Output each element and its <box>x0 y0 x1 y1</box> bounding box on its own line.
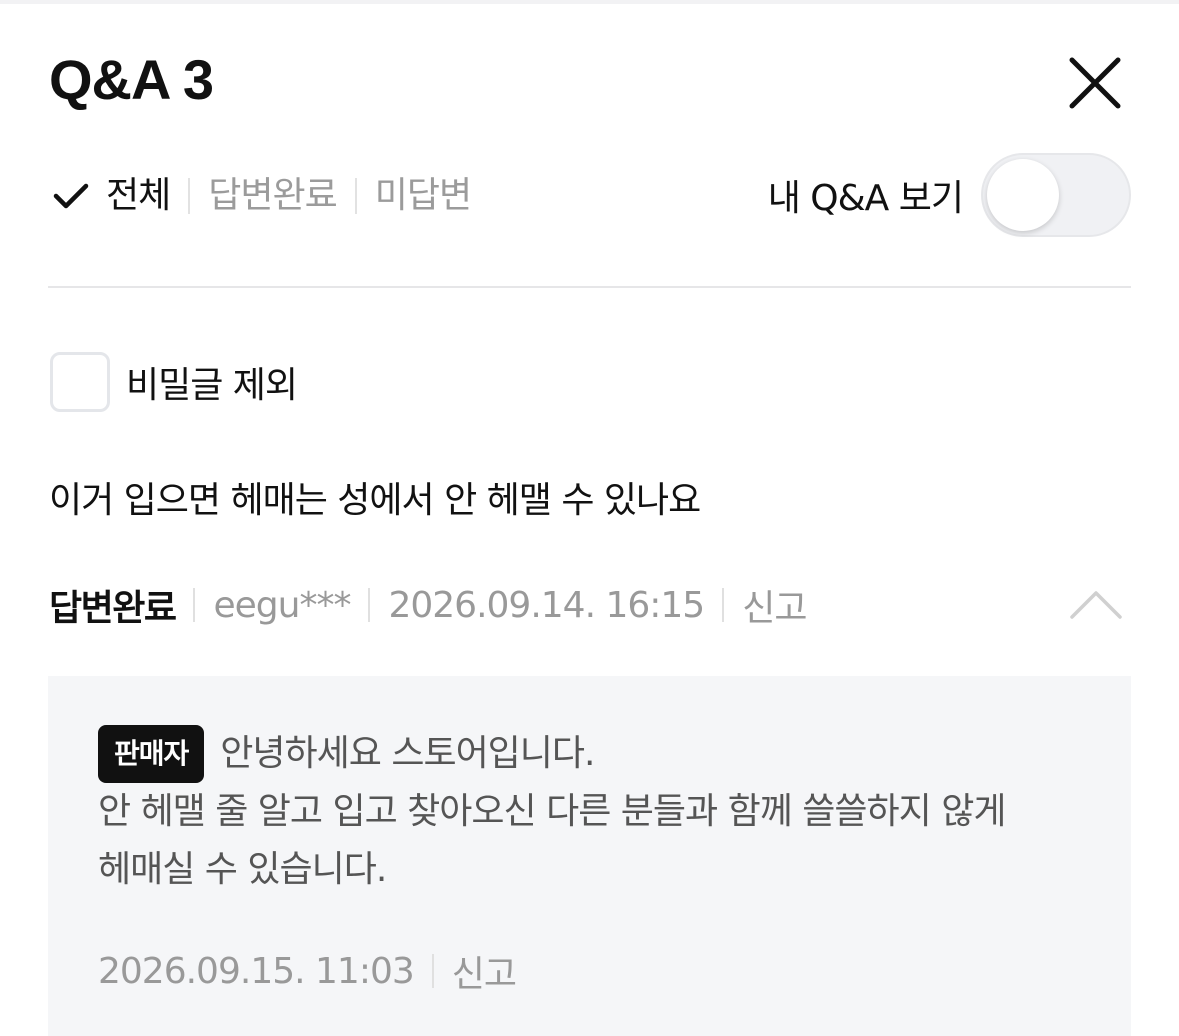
toggle-knob <box>987 159 1059 231</box>
question-date: 2026.09.14. 16:15 <box>388 584 705 626</box>
filter-all[interactable]: 전체 <box>106 166 171 226</box>
answer-status: 답변완료 <box>49 588 177 629</box>
answer-line: 헤매실 수 있습니다. <box>98 849 387 890</box>
answer-report-link[interactable]: 신고 <box>452 945 517 997</box>
collapse-button[interactable] <box>1066 585 1126 625</box>
chevron-up-icon <box>1070 591 1122 619</box>
close-button[interactable] <box>1062 50 1128 116</box>
divider <box>188 178 191 214</box>
divider <box>354 178 357 214</box>
answer-line: 안 헤맬 줄 알고 입고 찾아오신 다른 분들과 함께 쓸쓸하지 않게 <box>98 791 1006 832</box>
answer-panel: 판매자 안녕하세요 스토어입니다. 안 헤맬 줄 알고 입고 찾아오신 다른 분들… <box>48 676 1131 1036</box>
answer-meta: 2026.09.15. 11:03 신고 <box>98 944 517 998</box>
divider <box>368 588 371 622</box>
seller-badge: 판매자 <box>98 725 205 783</box>
divider <box>722 588 725 622</box>
divider <box>431 954 434 988</box>
secret-filter: 비밀글 제외 <box>50 352 298 412</box>
question-meta: 답변완료 eegu*** 2026.09.14. 16:15 신고 <box>49 578 807 632</box>
answer-line: 안녕하세요 스토어입니다. <box>220 733 595 774</box>
author-id: eegu*** <box>213 584 351 626</box>
answer-first-line: 판매자 안녕하세요 스토어입니다. <box>98 724 1108 783</box>
answer-body: 판매자 안녕하세요 스토어입니다. 안 헤맬 줄 알고 입고 찾아오신 다른 분들… <box>98 724 1108 899</box>
my-qa-filter: 내 Q&A 보기 <box>768 152 1131 238</box>
answer-date: 2026.09.15. 11:03 <box>98 950 415 992</box>
report-link[interactable]: 신고 <box>742 579 807 631</box>
filter-answered[interactable]: 답변완료 <box>208 166 337 226</box>
close-icon <box>1069 57 1121 109</box>
divider <box>193 588 196 622</box>
check-icon <box>53 183 89 209</box>
exclude-secret-label[interactable]: 비밀글 제외 <box>126 356 298 408</box>
question-text[interactable]: 이거 입으면 헤매는 성에서 안 헤맬 수 있나요 <box>49 476 701 526</box>
page-title: Q&A 3 <box>49 48 214 111</box>
section-divider <box>48 286 1131 288</box>
top-edge <box>0 0 1179 4</box>
answer-filter: 전체 답변완료 미답변 <box>50 166 472 226</box>
my-qa-toggle[interactable] <box>981 153 1131 237</box>
my-qa-label: 내 Q&A 보기 <box>767 178 964 219</box>
filter-unanswered[interactable]: 미답변 <box>375 166 472 226</box>
exclude-secret-checkbox[interactable] <box>50 352 110 412</box>
